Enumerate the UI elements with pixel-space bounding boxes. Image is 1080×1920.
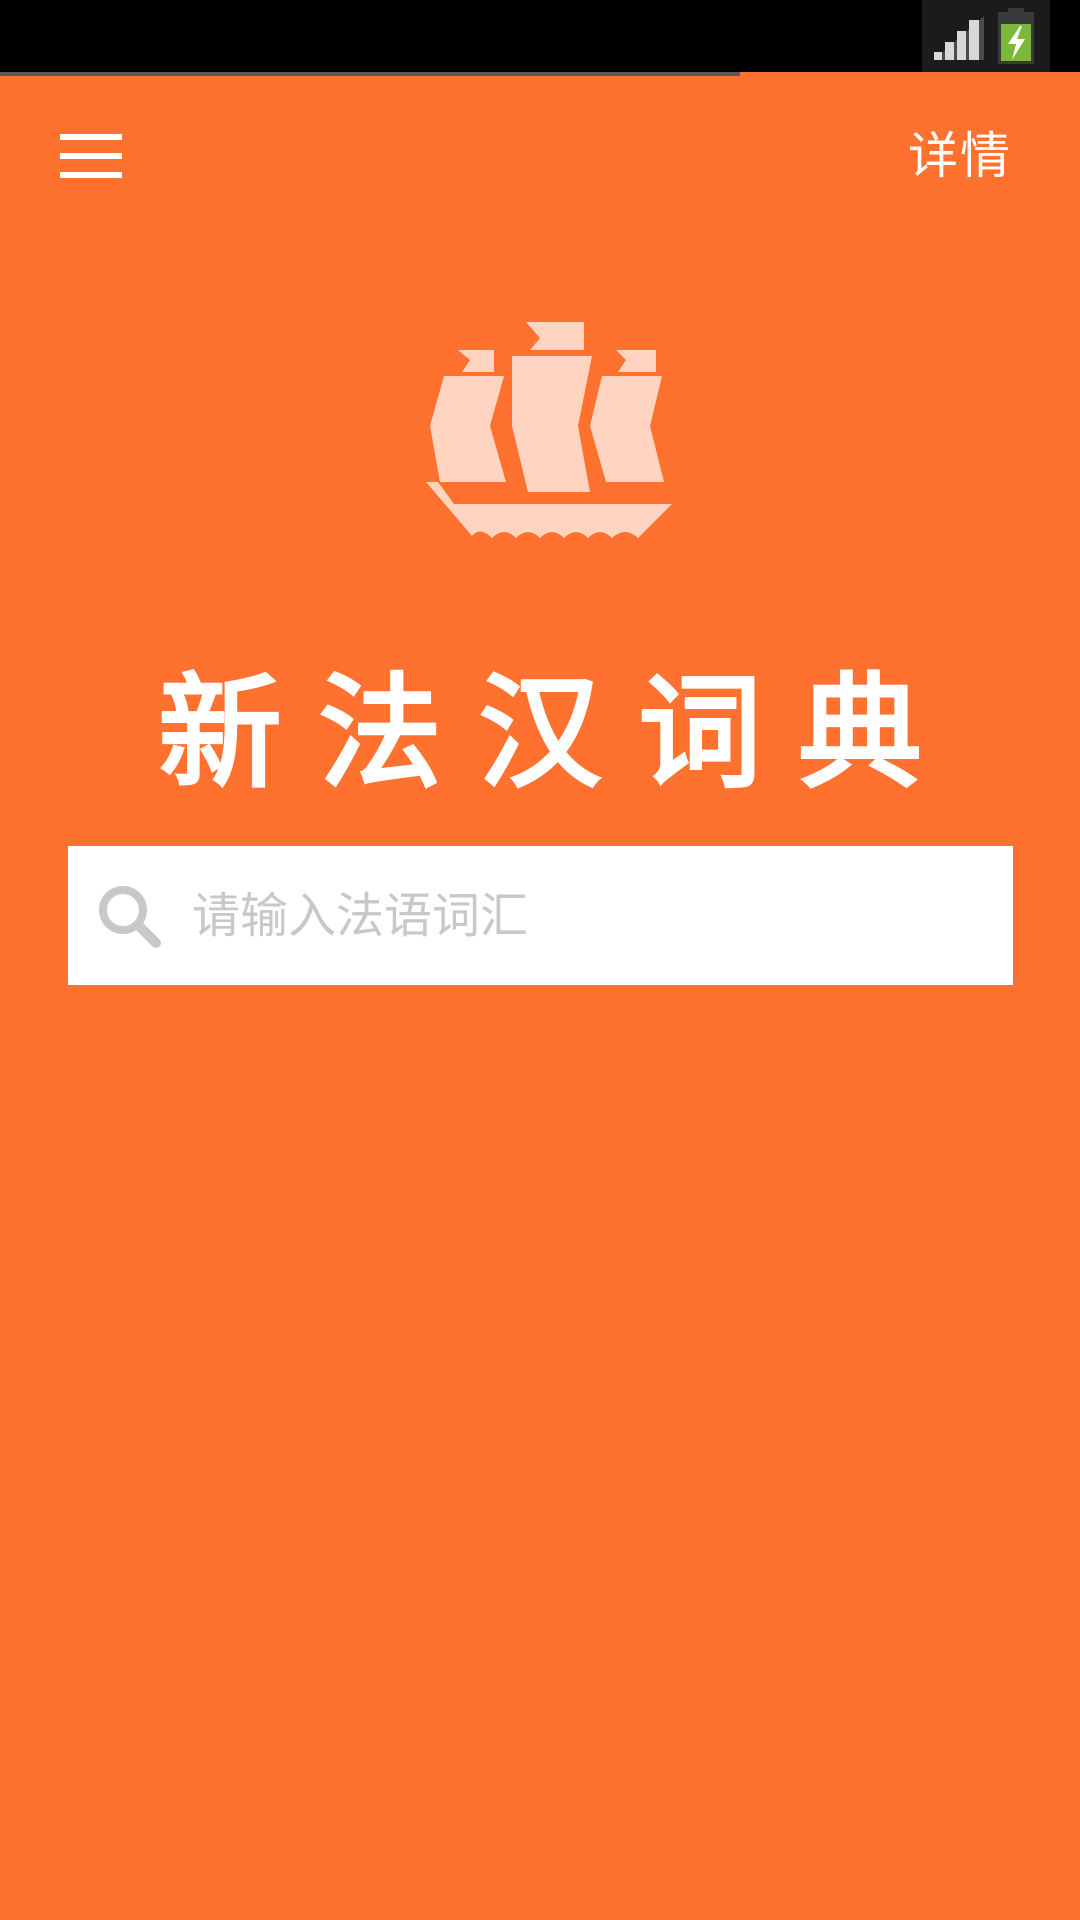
status-edge-divider [1050,0,1056,64]
menu-bar-line [60,153,122,159]
menu-bar-line [60,134,122,140]
search-input[interactable] [192,887,952,944]
signal-strength-icon [934,16,984,60]
status-bar [0,0,1080,72]
details-button[interactable]: 详情 [908,118,1012,194]
search-icon[interactable] [96,883,162,949]
sailing-ship-icon [426,322,672,538]
search-box[interactable] [68,846,1013,985]
menu-bar-line [60,172,122,178]
hamburger-menu-icon[interactable] [52,118,128,194]
app-title: 新法汉词典 [157,661,958,806]
status-bar-divider [0,72,740,76]
battery-charging-icon [998,8,1034,64]
